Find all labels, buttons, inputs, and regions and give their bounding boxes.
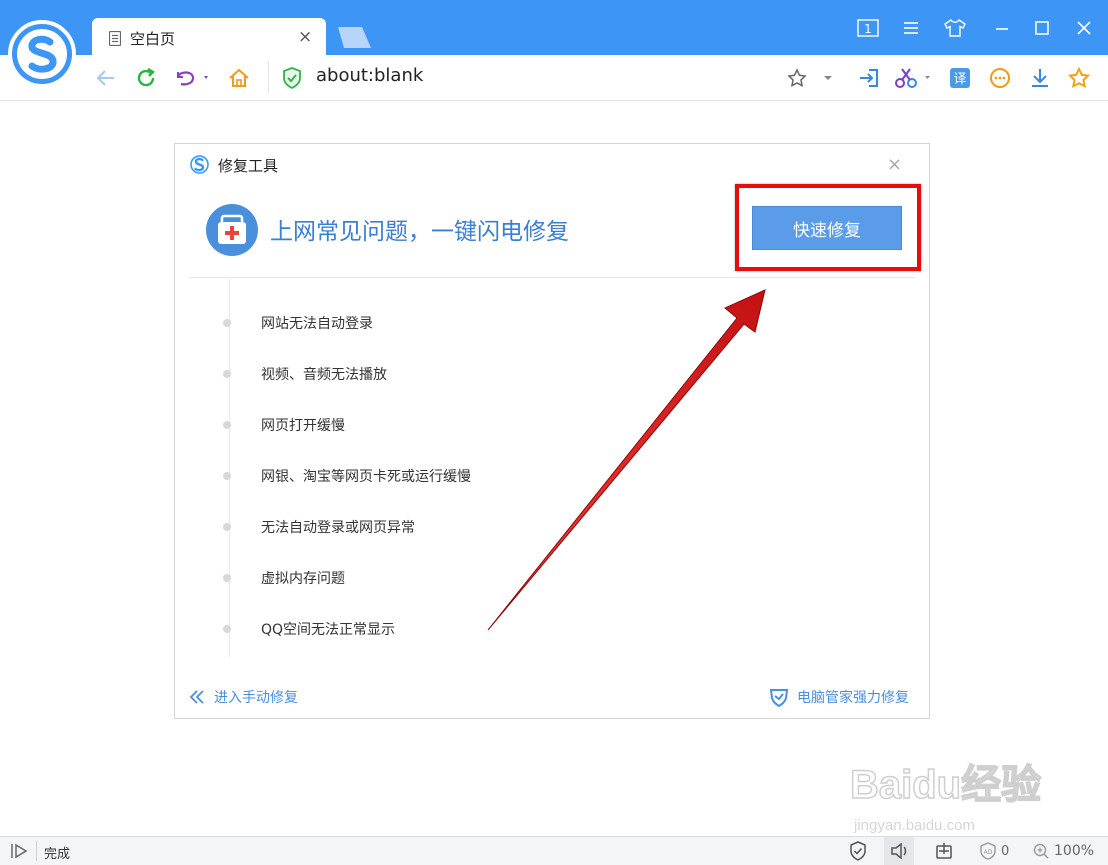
issue-bullet (223, 574, 231, 582)
back-icon[interactable] (93, 65, 119, 91)
status-separator (36, 841, 37, 861)
dialog-title: 修复工具 (218, 157, 279, 175)
status-bar: 完成 AD 0 100% (0, 836, 1108, 865)
svg-text:AD: AD (984, 849, 993, 856)
issue-text: 网页打开缓慢 (261, 418, 345, 434)
tab-count-icon[interactable]: 1 (856, 14, 880, 42)
dialog-logo-icon (190, 155, 209, 174)
issue-item: 无法自动登录或网页异常 (223, 515, 415, 539)
download-icon[interactable] (1027, 65, 1053, 91)
highlight-box (735, 184, 921, 271)
shield-icon[interactable] (279, 65, 305, 91)
issue-item: 虚拟内存问题 (223, 566, 345, 590)
browser-logo-icon (8, 20, 76, 88)
screenshot-icon[interactable] (935, 841, 953, 861)
close-window-icon[interactable] (1072, 14, 1096, 42)
menu-icon[interactable] (900, 14, 922, 42)
favorites-icon[interactable] (1066, 65, 1092, 91)
more-icon[interactable] (987, 65, 1013, 91)
new-tab-icon[interactable] (336, 27, 372, 49)
first-aid-kit-icon (206, 204, 258, 256)
issue-item: 视频、音频无法播放 (223, 362, 387, 386)
bookmark-star-icon[interactable] (784, 65, 810, 91)
maximize-icon[interactable] (1030, 14, 1054, 42)
issue-text: 网银、淘宝等网页卡死或运行缓慢 (261, 469, 471, 485)
title-bar: 空白页 × 1 (0, 0, 1108, 56)
issue-item: 网页打开缓慢 (223, 413, 345, 437)
watermark-brand: Baidu经验 (850, 763, 1041, 807)
manual-repair-link[interactable]: 进入手动修复 (190, 687, 298, 707)
zoom-control[interactable]: 100% (1033, 841, 1094, 861)
ad-block-icon: AD (980, 842, 996, 860)
issue-text: 视频、音频无法播放 (261, 367, 387, 383)
dialog-close-icon[interactable]: × (887, 154, 902, 175)
refresh-icon[interactable] (133, 65, 159, 91)
document-icon (109, 31, 121, 46)
pc-manager-repair-label: 电脑管家强力修复 (797, 690, 909, 706)
manual-repair-label: 进入手动修复 (214, 690, 298, 706)
address-bar[interactable]: about:blank (316, 65, 423, 86)
issue-bullet (223, 625, 231, 633)
pc-manager-repair-link[interactable]: 电脑管家强力修复 (769, 687, 909, 707)
tab-title: 空白页 (130, 30, 176, 48)
watermark-url: jingyan.baidu.com (853, 817, 975, 834)
status-text: 完成 (44, 847, 71, 862)
baidu-watermark: Baidu经验 jingyan.baidu.com (848, 748, 1053, 838)
pc-manager-shield-icon (769, 689, 789, 707)
issue-bullet (223, 319, 231, 327)
repair-tool-dialog: 修复工具 × 上网常见问题，一键闪电修复 快速修复 网站无法自动登录 视频、音频… (174, 143, 930, 719)
issue-bullet (223, 370, 231, 378)
toolbar-separator (268, 61, 269, 93)
minimize-icon[interactable] (990, 14, 1014, 42)
issue-bullet (223, 523, 231, 531)
security-shield-icon[interactable] (849, 841, 867, 861)
dialog-divider (190, 277, 915, 278)
ad-block-counter[interactable]: AD 0 (979, 841, 1009, 861)
speaker-icon[interactable] (884, 837, 914, 865)
issue-text: 虚拟内存问题 (261, 571, 345, 587)
zoom-icon (1033, 843, 1049, 859)
issue-item: QQ空间无法正常显示 (223, 617, 395, 641)
ad-block-count: 0 (1001, 843, 1010, 859)
skin-icon[interactable] (943, 14, 967, 42)
double-chevron-left-icon (190, 690, 204, 704)
issue-item: 网站无法自动登录 (223, 311, 373, 335)
login-icon[interactable] (856, 65, 882, 91)
zoom-level: 100% (1054, 843, 1095, 859)
headline: 上网常见问题，一键闪电修复 (270, 219, 569, 245)
undo-close-tab-icon[interactable] (172, 65, 212, 91)
issue-text: 无法自动登录或网页异常 (261, 520, 415, 536)
issue-text: QQ空间无法正常显示 (261, 622, 396, 638)
chevron-down-icon[interactable] (815, 65, 841, 91)
scissors-icon[interactable] (894, 65, 934, 91)
tab-blank-page[interactable]: 空白页 × (92, 18, 326, 56)
navigation-toolbar: about:blank 译 (0, 55, 1108, 101)
browser-window: 空白页 × 1 about:blank 译 修复工具 × 上网常见问题，一键闪电… (0, 0, 1108, 865)
issue-bullet (223, 421, 231, 429)
tab-close-icon[interactable]: × (298, 27, 312, 47)
svg-text:1: 1 (864, 22, 872, 36)
sidebar-toggle-icon[interactable] (10, 843, 28, 859)
home-icon[interactable] (226, 65, 252, 91)
issue-bullet (223, 472, 231, 480)
issue-text: 网站无法自动登录 (261, 316, 373, 332)
issue-item: 网银、淘宝等网页卡死或运行缓慢 (223, 464, 471, 488)
translate-icon[interactable]: 译 (947, 65, 973, 91)
translate-glyph: 译 (953, 72, 966, 87)
